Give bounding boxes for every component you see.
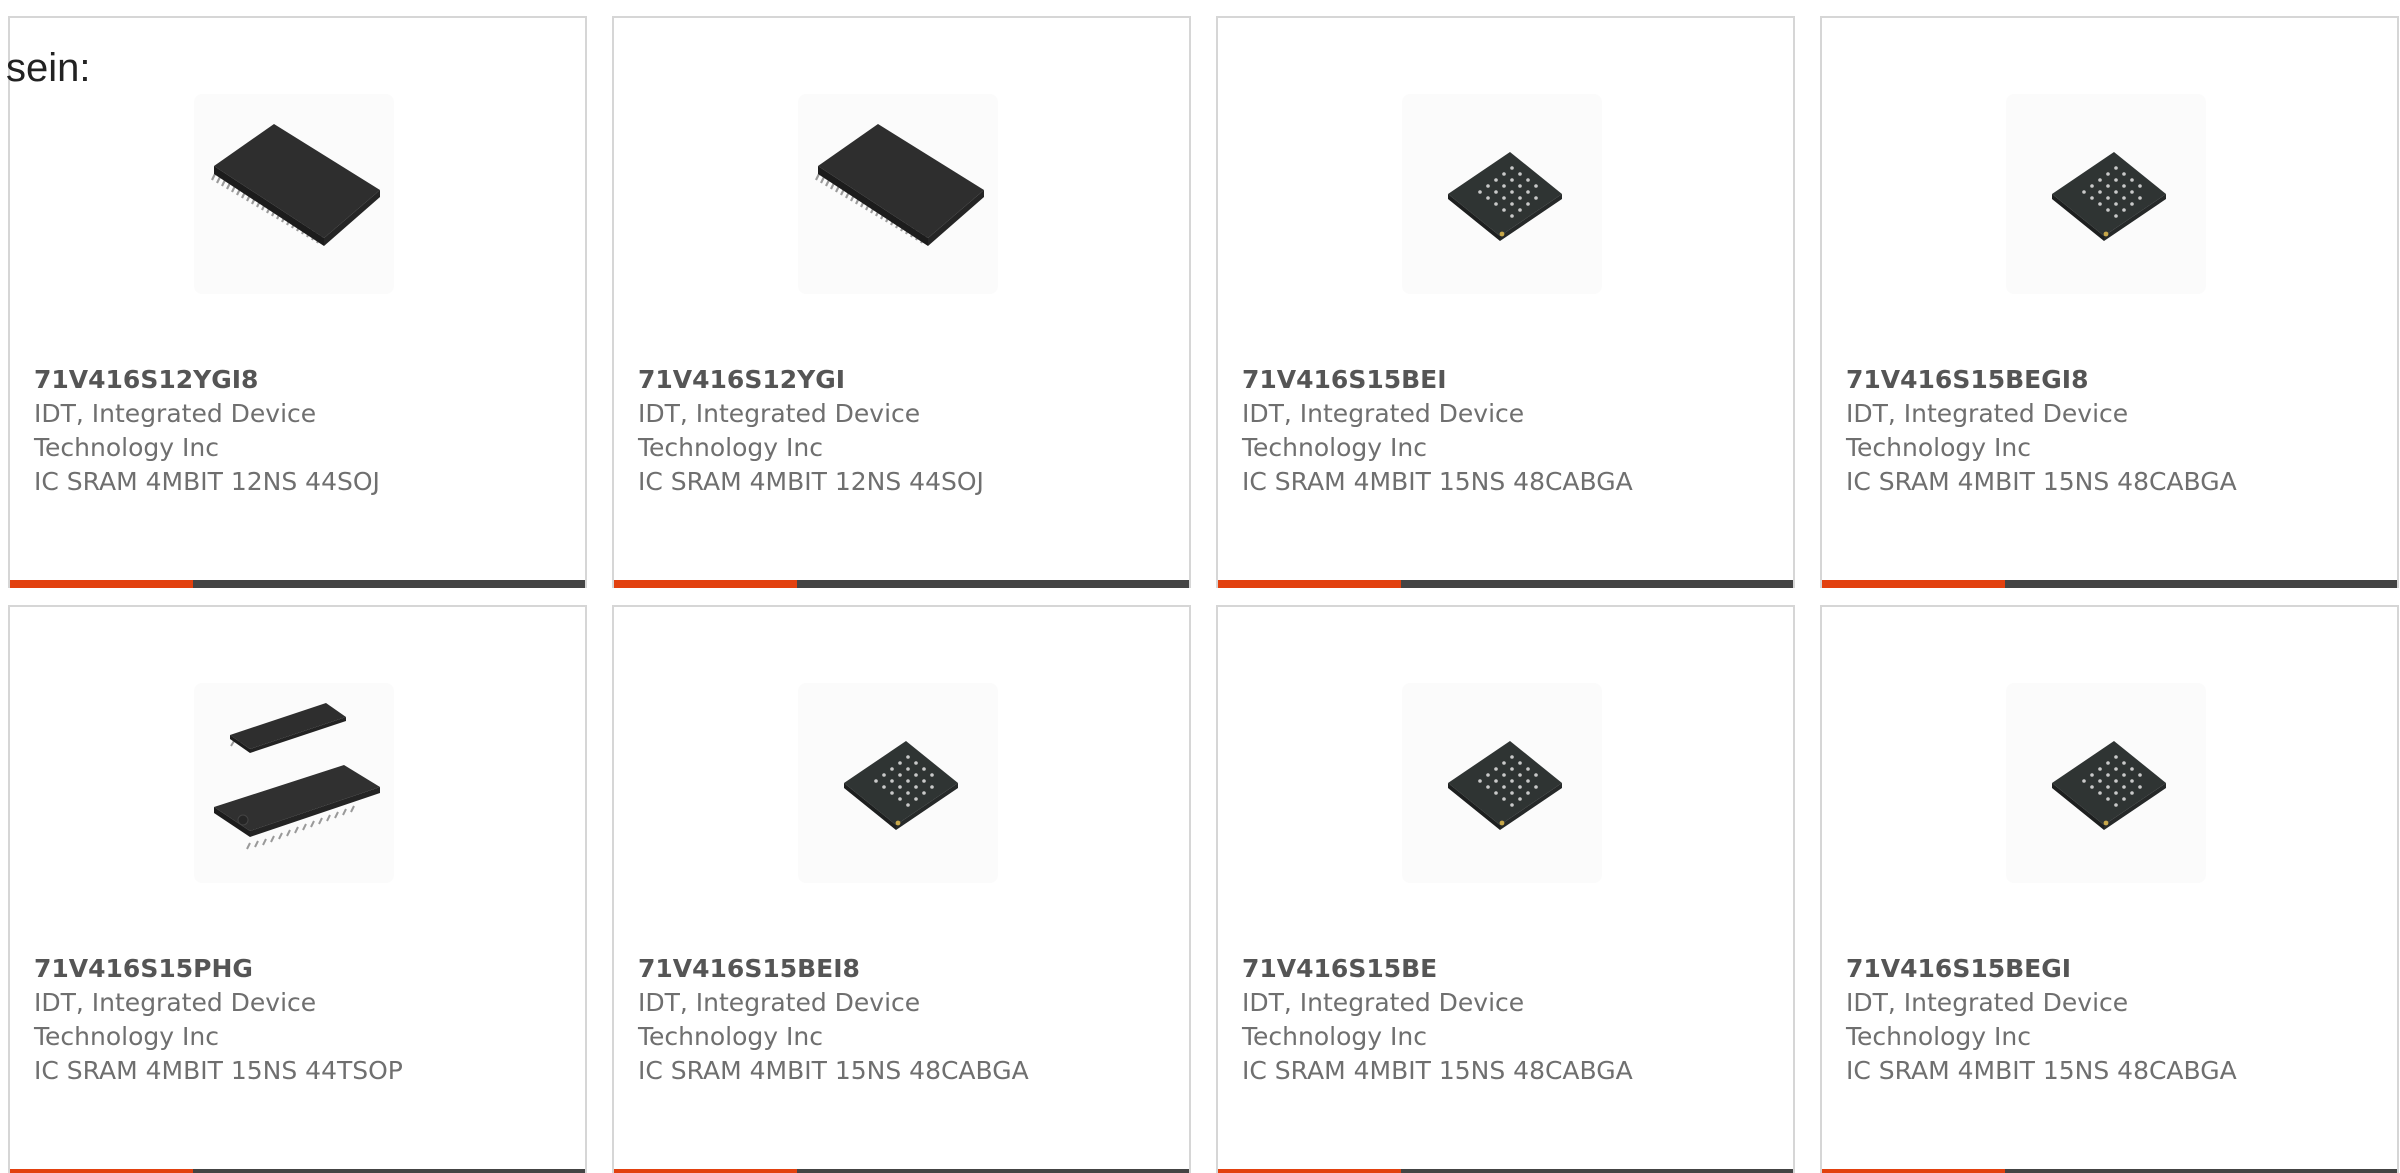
product-part-number[interactable]: 71V416S15BE [1242, 952, 1762, 986]
bga-chip-icon [1402, 94, 1602, 294]
product-manufacturer: IDT, Integrated Device [1242, 988, 1525, 1017]
product-card[interactable]: 71V416S15BE IDT, Integrated Device Techn… [1216, 605, 1795, 1173]
product-card[interactable]: 71V416S15BEI8 IDT, Integrated Device Tec… [612, 605, 1191, 1173]
card-accent-bar [1218, 1169, 1401, 1173]
card-accent-bar [614, 1169, 797, 1173]
product-manufacturer: IDT, Integrated Device [638, 988, 921, 1017]
product-manufacturer-cont: Technology Inc [1242, 433, 1427, 462]
product-manufacturer-cont: Technology Inc [638, 1022, 823, 1051]
card-accent-bar [1822, 580, 2005, 588]
product-manufacturer: IDT, Integrated Device [1242, 399, 1525, 428]
card-footer-bar [1822, 1169, 2397, 1173]
card-accent-bar [614, 580, 797, 588]
product-part-number[interactable]: 71V416S12YGI [638, 363, 1158, 397]
product-manufacturer-cont: Technology Inc [1242, 1022, 1427, 1051]
card-footer-bar [10, 1169, 585, 1173]
bga-chip-icon [1402, 683, 1602, 883]
card-accent-bar [10, 580, 193, 588]
product-part-number[interactable]: 71V416S15PHG [34, 952, 554, 986]
card-footer-bar [1822, 580, 2397, 588]
bga-chip-icon [2006, 94, 2206, 294]
product-manufacturer: IDT, Integrated Device [34, 399, 317, 428]
product-part-number[interactable]: 71V416S15BEGI8 [1846, 363, 2366, 397]
card-accent-bar [10, 1169, 193, 1173]
product-description: IC SRAM 4MBIT 15NS 48CABGA [1242, 467, 1633, 496]
product-manufacturer-cont: Technology Inc [1846, 433, 2031, 462]
soj-chip-icon [194, 94, 394, 294]
intro-text: sein: [6, 46, 91, 90]
product-part-number[interactable]: 71V416S15BEI [1242, 363, 1762, 397]
product-manufacturer-cont: Technology Inc [638, 433, 823, 462]
product-manufacturer-cont: Technology Inc [1846, 1022, 2031, 1051]
product-description: IC SRAM 4MBIT 15NS 48CABGA [1846, 467, 2237, 496]
product-manufacturer: IDT, Integrated Device [638, 399, 921, 428]
card-footer-bar [10, 580, 585, 588]
product-manufacturer: IDT, Integrated Device [1846, 399, 2129, 428]
product-card[interactable]: 71V416S15BEGI IDT, Integrated Device Tec… [1820, 605, 2399, 1173]
product-card[interactable]: 71V416S12YGI8 IDT, Integrated Device Tec… [8, 16, 587, 588]
product-image[interactable] [2006, 683, 2206, 883]
product-card[interactable]: 71V416S12YGI IDT, Integrated Device Tech… [612, 16, 1191, 588]
card-accent-bar [1218, 580, 1401, 588]
product-part-number[interactable]: 71V416S12YGI8 [34, 363, 554, 397]
tsop-chip-icon [194, 683, 394, 883]
product-card[interactable]: 71V416S15PHG IDT, Integrated Device Tech… [8, 605, 587, 1173]
bga-chip-icon [2006, 683, 2206, 883]
card-footer-bar [1218, 580, 1793, 588]
product-description: IC SRAM 4MBIT 15NS 48CABGA [638, 1056, 1029, 1085]
product-part-number[interactable]: 71V416S15BEI8 [638, 952, 1158, 986]
product-image[interactable] [1402, 683, 1602, 883]
product-image[interactable] [798, 94, 998, 294]
product-description: IC SRAM 4MBIT 12NS 44SOJ [638, 467, 984, 496]
product-image[interactable] [2006, 94, 2206, 294]
product-description: IC SRAM 4MBIT 15NS 48CABGA [1242, 1056, 1633, 1085]
product-manufacturer-cont: Technology Inc [34, 1022, 219, 1051]
soj-chip-icon [798, 94, 998, 294]
product-manufacturer-cont: Technology Inc [34, 433, 219, 462]
card-footer-bar [1218, 1169, 1793, 1173]
card-footer-bar [614, 1169, 1189, 1173]
product-manufacturer: IDT, Integrated Device [1846, 988, 2129, 1017]
product-image[interactable] [194, 94, 394, 294]
product-part-number[interactable]: 71V416S15BEGI [1846, 952, 2366, 986]
card-footer-bar [614, 580, 1189, 588]
product-card[interactable]: 71V416S15BEI IDT, Integrated Device Tech… [1216, 16, 1795, 588]
card-accent-bar [1822, 1169, 2005, 1173]
product-image[interactable] [194, 683, 394, 883]
product-description: IC SRAM 4MBIT 15NS 44TSOP [34, 1056, 403, 1085]
product-image[interactable] [1402, 94, 1602, 294]
product-description: IC SRAM 4MBIT 15NS 48CABGA [1846, 1056, 2237, 1085]
product-card[interactable]: 71V416S15BEGI8 IDT, Integrated Device Te… [1820, 16, 2399, 588]
product-manufacturer: IDT, Integrated Device [34, 988, 317, 1017]
bga-chip-icon [798, 683, 998, 883]
product-description: IC SRAM 4MBIT 12NS 44SOJ [34, 467, 380, 496]
product-image[interactable] [798, 683, 998, 883]
